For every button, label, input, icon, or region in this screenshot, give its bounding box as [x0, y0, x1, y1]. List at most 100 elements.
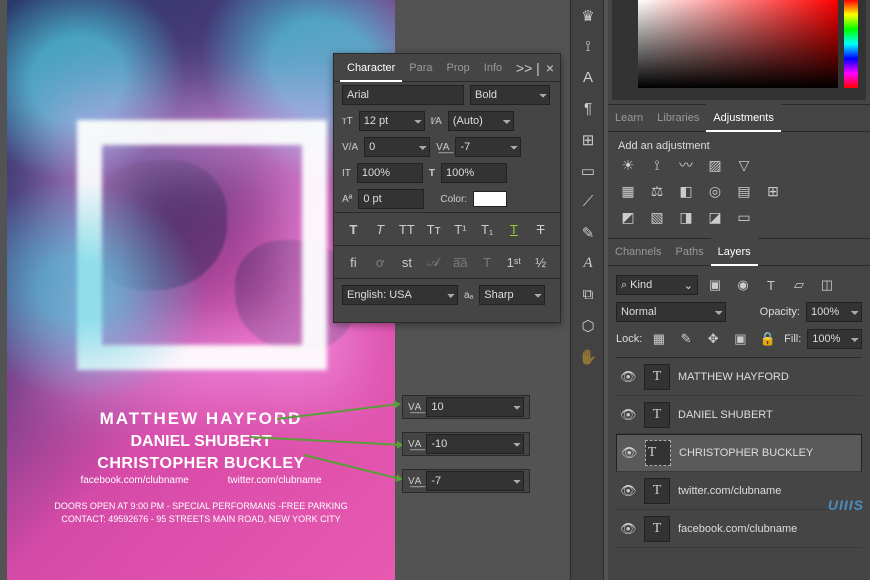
threshold-icon[interactable]: ◨ — [676, 208, 696, 226]
ruler-icon[interactable]: ⟋ — [571, 186, 605, 217]
blend-mode-select[interactable]: Normal — [616, 302, 726, 322]
levels-icon[interactable]: ⟟ — [647, 156, 667, 174]
hand-icon[interactable]: ✋ — [571, 341, 605, 372]
layer-filter-kind[interactable]: ⌕Kind⌄ — [616, 275, 698, 295]
filter-adjust-icon[interactable]: ◉ — [732, 274, 754, 296]
stylistic-alt-icon[interactable]: a͞a — [449, 251, 471, 273]
leading-select[interactable]: (Auto) — [448, 111, 514, 131]
opacity-select[interactable]: 100% — [806, 302, 862, 322]
subscript-icon[interactable]: T₁ — [476, 218, 498, 240]
tracking-icon: V͟A͟ — [436, 142, 449, 153]
swash-icon[interactable]: 𝒜 — [423, 251, 445, 273]
selective-icon[interactable]: ◪ — [705, 208, 725, 226]
superscript-icon[interactable]: T¹ — [449, 218, 471, 240]
tab-info[interactable]: Info — [477, 54, 509, 82]
tab-properties[interactable]: Prop — [440, 54, 477, 82]
filter-smart-icon[interactable]: ◫ — [816, 274, 838, 296]
close-panel-icon[interactable]: × — [546, 60, 554, 76]
layer-row-selected[interactable]: 👁 T CHRISTOPHER BUCKLEY — [616, 434, 862, 472]
invert-icon[interactable]: ◩ — [618, 208, 638, 226]
mixer-icon[interactable]: ▤ — [734, 182, 754, 200]
filter-type-icon[interactable]: T — [760, 274, 782, 296]
tracking-select[interactable]: -7 — [455, 137, 521, 157]
strikethrough-icon[interactable]: T — [530, 218, 552, 240]
cube-icon[interactable]: ⬡ — [571, 310, 605, 341]
tab-layers[interactable]: Layers — [711, 238, 758, 266]
horizontal-scale-input[interactable] — [441, 163, 507, 183]
font-weight-select[interactable]: Bold — [470, 85, 550, 105]
vibrance-icon[interactable]: ▽ — [734, 156, 754, 174]
ligatures-icon[interactable]: fi — [342, 251, 364, 273]
curves-icon[interactable]: 〰 — [676, 156, 696, 174]
language-select[interactable]: English: USA — [342, 285, 458, 305]
filter-shape-icon[interactable]: ▱ — [788, 274, 810, 296]
layer-row[interactable]: 👁 T facebook.com/clubname — [616, 510, 862, 548]
color-field[interactable] — [638, 0, 838, 88]
layer-row[interactable]: 👁 T twitter.com/clubname — [616, 472, 862, 510]
vertical-scale-input[interactable] — [357, 163, 423, 183]
lock-artboard-icon[interactable]: ▣ — [730, 328, 751, 350]
italic-icon[interactable]: T — [369, 218, 391, 240]
titling-alt-icon[interactable]: T — [476, 251, 498, 273]
visibility-toggle-icon[interactable]: 👁 — [621, 445, 637, 461]
photofilter-icon[interactable]: ◎ — [705, 182, 725, 200]
smallcaps-icon[interactable]: Tᴛ — [423, 218, 445, 240]
tracking-value-select[interactable]: 10 — [426, 397, 524, 417]
layer-row[interactable]: 👁 T MATTHEW HAYFORD — [616, 358, 862, 396]
exposure-icon[interactable]: ▨ — [705, 156, 725, 174]
lock-all-icon[interactable]: 🔒 — [757, 328, 778, 350]
balance-icon[interactable]: ⚖ — [647, 182, 667, 200]
lock-transparency-icon[interactable]: ▦ — [648, 328, 669, 350]
contextual-alt-icon[interactable]: ơ — [369, 251, 391, 273]
tab-paragraph[interactable]: Para — [402, 54, 439, 82]
visibility-toggle-icon[interactable]: 👁 — [620, 483, 636, 499]
hue-icon[interactable]: ▦ — [618, 182, 638, 200]
filter-image-icon[interactable]: ▣ — [704, 274, 726, 296]
lock-paint-icon[interactable]: ✎ — [675, 328, 696, 350]
paragraph-panel-icon[interactable]: ¶ — [571, 93, 605, 124]
brightness-icon[interactable]: ☀ — [618, 156, 638, 174]
brush-preset-icon[interactable]: ⟟ — [571, 31, 605, 62]
glyph-a-icon[interactable]: A — [571, 248, 605, 279]
gradient-map-icon[interactable]: ▭ — [734, 208, 754, 226]
visibility-toggle-icon[interactable]: 👁 — [620, 407, 636, 423]
glyphs-icon[interactable]: ⊞ — [571, 124, 605, 155]
tab-paths[interactable]: Paths — [668, 238, 710, 266]
font-size-select[interactable]: 12 pt — [359, 111, 425, 131]
fractions-icon[interactable]: ½ — [530, 251, 552, 273]
color-picker-panel[interactable] — [612, 0, 866, 100]
hue-slider[interactable] — [844, 0, 858, 88]
visibility-toggle-icon[interactable]: 👁 — [620, 521, 636, 537]
posterize-icon[interactable]: ▧ — [647, 208, 667, 226]
lock-position-icon[interactable]: ✥ — [703, 328, 724, 350]
bold-icon[interactable]: T — [342, 218, 364, 240]
allcaps-icon[interactable]: TT — [396, 218, 418, 240]
antialias-select[interactable]: Sharp — [479, 285, 545, 305]
kerning-select[interactable]: 0 — [364, 137, 430, 157]
tab-character[interactable]: Character — [340, 54, 402, 82]
lut-icon[interactable]: ⊞ — [763, 182, 783, 200]
text-color-swatch[interactable] — [473, 191, 507, 207]
tracking-value-select[interactable]: -10 — [426, 434, 524, 454]
tab-learn[interactable]: Learn — [608, 104, 650, 132]
layer-row[interactable]: 👁 T DANIEL SHUBERT — [616, 396, 862, 434]
footer-line-2: CONTACT: 49592676 - 95 STREETS MAIN ROAD… — [7, 513, 395, 526]
tab-channels[interactable]: Channels — [608, 238, 668, 266]
underline-icon[interactable]: T — [503, 218, 525, 240]
tracking-value-select[interactable]: -7 — [426, 471, 524, 491]
bw-icon[interactable]: ◧ — [676, 182, 696, 200]
tab-libraries[interactable]: Libraries — [650, 104, 706, 132]
discretionary-lig-icon[interactable]: st — [396, 251, 418, 273]
brush-icon[interactable]: ✎ — [571, 217, 605, 248]
character-panel-icon[interactable]: A — [571, 62, 605, 93]
ordinals-icon[interactable]: 1ˢᵗ — [503, 251, 525, 273]
expand-tabs-icon[interactable]: >> | — [516, 60, 540, 76]
tab-adjustments[interactable]: Adjustments — [706, 104, 781, 132]
baseline-shift-input[interactable] — [358, 189, 424, 209]
clone-icon[interactable]: ⧉ — [571, 279, 605, 310]
visibility-toggle-icon[interactable]: 👁 — [620, 369, 636, 385]
font-family-input[interactable] — [342, 85, 464, 105]
crown-icon[interactable]: ♛ — [571, 0, 605, 31]
swatch-icon[interactable]: ▭ — [571, 155, 605, 186]
fill-select[interactable]: 100% — [807, 329, 862, 349]
